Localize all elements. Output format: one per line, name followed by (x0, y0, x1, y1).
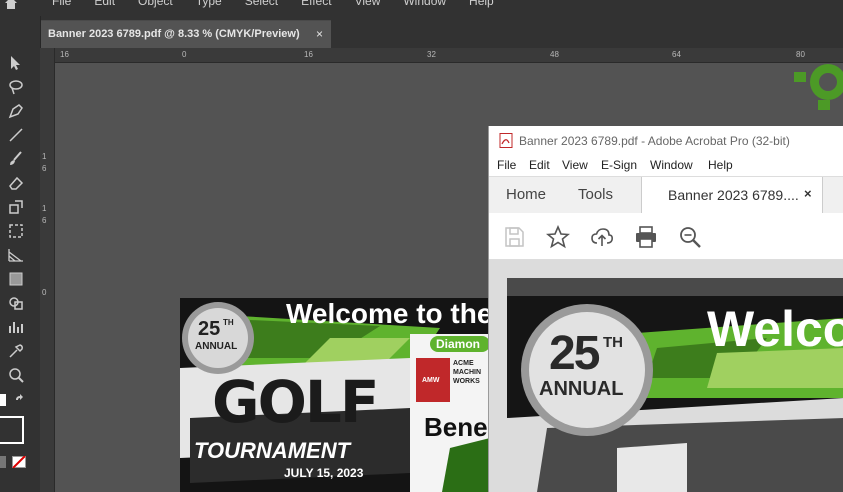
banner-25-text: 25 (198, 318, 221, 340)
scale-tool-icon[interactable] (7, 198, 25, 216)
document-tab-label: Banner 2023 6789.pdf @ 8.33 % (CMYK/Prev… (48, 28, 300, 40)
ruler-tick-label: 48 (550, 50, 559, 59)
tab-home[interactable]: Home (506, 186, 546, 203)
eraser-tool-icon[interactable] (7, 174, 25, 192)
line-tool-icon[interactable] (7, 126, 25, 144)
vertical-ruler[interactable]: 1 6 1 6 0 (40, 48, 55, 492)
ruler-tick-label: 6 (42, 216, 47, 225)
banner-tournament-text: TOURNAMENT (194, 438, 351, 463)
acrobat-menu-file[interactable]: File (497, 158, 516, 172)
acrobat-titlebar[interactable]: Banner 2023 6789.pdf - Adobe Acrobat Pro… (489, 126, 843, 154)
pdf-25-text: 25 (549, 327, 600, 380)
menu-view[interactable]: View (355, 0, 381, 8)
graph-tool-icon[interactable] (7, 318, 25, 336)
document-tabbar: Banner 2023 6789.pdf @ 8.33 % (CMYK/Prev… (40, 16, 843, 49)
banner-works-text: WORKS (453, 378, 480, 385)
banner-welcome-text: Welcome to the (286, 298, 490, 329)
pdf-page[interactable]: Welco 25 TH ANNUAL (507, 278, 843, 492)
menu-type[interactable]: Type (196, 0, 222, 8)
zoom-tool-icon[interactable] (7, 366, 25, 384)
acme-logo-letters: AMW (422, 377, 440, 384)
close-document-icon[interactable]: × (804, 186, 812, 201)
ruler-tick-label: 32 (427, 50, 436, 59)
paintbrush-tool-icon[interactable] (7, 150, 25, 168)
ruler-tick-label: 80 (796, 50, 805, 59)
pdf-th-text: TH (603, 334, 623, 351)
stroke-swatch-icon[interactable] (0, 416, 24, 444)
menu-select[interactable]: Select (245, 0, 278, 8)
perspective-grid-icon[interactable] (7, 246, 25, 264)
acrobat-toolbar (489, 213, 843, 260)
pdf-file-icon (499, 133, 513, 148)
color-mode-icon[interactable] (0, 456, 6, 468)
banner-acme-text: ACME (453, 360, 474, 367)
acrobat-menu-help[interactable]: Help (708, 158, 733, 172)
acrobat-menubar: File Edit View E-Sign Window Help (489, 154, 843, 176)
acrobat-document-view[interactable]: Welco 25 TH ANNUAL (489, 260, 843, 492)
acrobat-window[interactable]: Banner 2023 6789.pdf - Adobe Acrobat Pro… (488, 126, 843, 492)
banner-annual-text: ANNUAL (195, 341, 238, 352)
pen-tool-icon[interactable] (7, 102, 25, 120)
tab-document-label: Banner 2023 6789.... (668, 187, 799, 203)
pdf-annual-text: ANNUAL (539, 378, 624, 400)
banner-diamond-text: Diamon (436, 337, 481, 351)
menu-object[interactable]: Object (138, 0, 173, 8)
selection-tool-icon[interactable] (7, 54, 25, 72)
fill-swatch-icon[interactable] (0, 394, 6, 406)
tab-document[interactable]: Banner 2023 6789.... × (641, 177, 823, 213)
upload-cloud-icon[interactable] (590, 225, 614, 249)
zoom-search-icon[interactable] (678, 225, 702, 249)
banner-golf-text: GOLF (212, 368, 379, 436)
acrobat-menu-edit[interactable]: Edit (529, 158, 550, 172)
banner-date-text: JULY 15, 2023 (284, 466, 364, 480)
eyedropper-tool-icon[interactable] (7, 342, 25, 360)
document-tab[interactable]: Banner 2023 6789.pdf @ 8.33 % (CMYK/Prev… (40, 20, 331, 49)
gear-artwork (794, 64, 843, 110)
banner-benefit-text: Benef (424, 412, 490, 442)
gradient-tool-icon[interactable] (7, 270, 25, 288)
artboard-artwork[interactable]: Welcome to the 25 TH ANNUAL GOLF TOURNAM… (180, 298, 490, 492)
horizontal-ruler[interactable]: 16 0 16 32 48 64 80 (54, 48, 843, 63)
ruler-tick-label: 6 (42, 164, 47, 173)
home-icon[interactable] (4, 0, 18, 10)
none-swatch-icon[interactable] (12, 456, 26, 468)
tab-tools[interactable]: Tools (578, 186, 613, 203)
ruler-tick-label: 0 (182, 50, 187, 59)
ruler-tick-label: 64 (672, 50, 681, 59)
free-transform-tool-icon[interactable] (7, 222, 25, 240)
close-tab-icon[interactable]: × (316, 27, 323, 41)
menu-file[interactable]: File (52, 0, 71, 8)
ruler-tick-label: 16 (60, 50, 69, 59)
bookmark-star-icon[interactable] (546, 225, 570, 249)
tools-panel (0, 16, 41, 492)
pdf-welcome-text: Welco (707, 301, 843, 357)
swap-colors-icon[interactable] (14, 394, 26, 406)
ruler-tick-label: 1 (42, 204, 47, 213)
banner-th-text: TH (223, 318, 234, 327)
menu-help[interactable]: Help (469, 0, 494, 8)
acrobat-menu-window[interactable]: Window (650, 158, 693, 172)
acrobat-window-title: Banner 2023 6789.pdf - Adobe Acrobat Pro… (519, 134, 790, 148)
ruler-tick-label: 1 (42, 152, 47, 161)
ruler-tick-label: 0 (42, 288, 47, 297)
illustrator-menubar: File Edit Object Type Select Effect View… (0, 0, 843, 16)
banner-machine-text: MACHIN (453, 369, 481, 376)
print-icon[interactable] (634, 225, 658, 249)
lasso-tool-icon[interactable] (7, 78, 25, 96)
menu-window[interactable]: Window (403, 0, 446, 8)
acrobat-tabbar: Home Tools Banner 2023 6789.... × (489, 176, 843, 214)
acrobat-menu-esign[interactable]: E-Sign (601, 158, 637, 172)
acrobat-menu-view[interactable]: View (562, 158, 588, 172)
ruler-tick-label: 16 (304, 50, 313, 59)
save-icon[interactable] (502, 225, 526, 249)
menu-edit[interactable]: Edit (94, 0, 115, 8)
shape-builder-icon[interactable] (7, 294, 25, 312)
menu-effect[interactable]: Effect (301, 0, 331, 8)
